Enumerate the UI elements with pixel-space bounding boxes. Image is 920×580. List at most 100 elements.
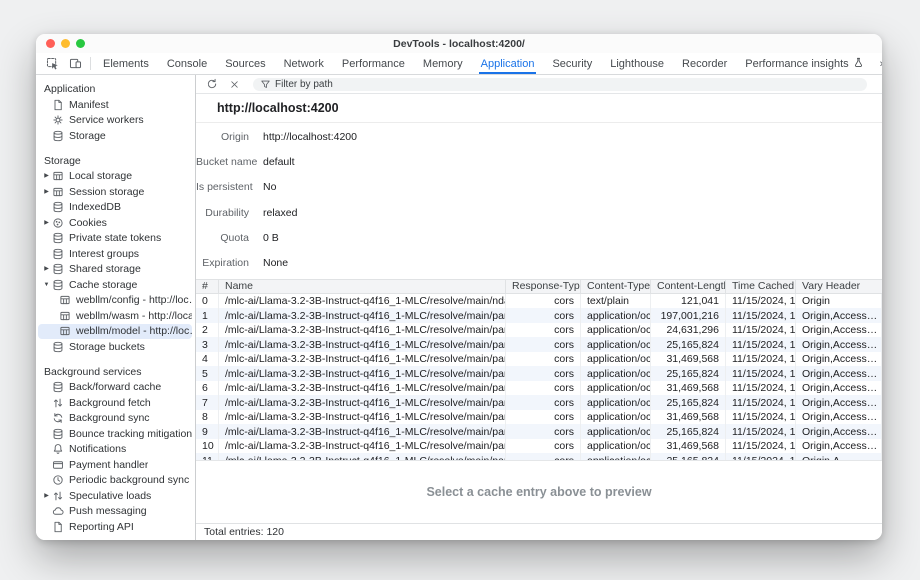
sidebar-item-shared-storage[interactable]: ▶Shared storage <box>38 262 192 278</box>
sidebar-item-label: webllm/model - http://loc… <box>76 325 192 337</box>
chevron-expanded-icon[interactable]: ▼ <box>41 282 52 288</box>
table-row[interactable]: 0/mlc-ai/Llama-3.2-3B-Instruct-q4f16_1-M… <box>196 294 882 309</box>
table-row[interactable]: 9/mlc-ai/Llama-3.2-3B-Instruct-q4f16_1-M… <box>196 424 882 439</box>
cell-response-type: cors <box>506 323 581 338</box>
cell-content-length: 31,469,568 <box>651 352 726 367</box>
tab-application[interactable]: Application <box>472 53 544 74</box>
sidebar-item-local-storage[interactable]: ▶Local storage <box>38 169 192 185</box>
metadata-row-expiration: ExpirationNone <box>196 250 882 275</box>
sidebar-item-push-messaging[interactable]: Push messaging <box>38 504 192 520</box>
sidebar-item-session-storage[interactable]: ▶ Session storage <box>38 184 192 200</box>
column-header-vary-header[interactable]: Vary Header <box>796 280 882 293</box>
table-icon <box>52 186 64 198</box>
table-row[interactable]: 4/mlc-ai/Llama-3.2-3B-Instruct-q4f16_1-M… <box>196 352 882 367</box>
payment-card-icon <box>52 459 64 471</box>
sidebar-item-label: Service workers <box>69 114 144 126</box>
tab-memory[interactable]: Memory <box>414 53 472 74</box>
chevron-collapsed-icon[interactable]: ▶ <box>41 493 52 499</box>
table-row[interactable]: 2/mlc-ai/Llama-3.2-3B-Instruct-q4f16_1-M… <box>196 323 882 338</box>
sidebar-item-cache-storage[interactable]: ▼Cache storage <box>38 277 192 293</box>
cell-content-type: application/oc… <box>581 366 651 381</box>
sidebar-item-speculative-loads[interactable]: ▶Speculative loads <box>38 488 192 504</box>
table-row[interactable]: 3/mlc-ai/Llama-3.2-3B-Instruct-q4f16_1-M… <box>196 337 882 352</box>
cell-time-cached: 11/15/2024, 10… <box>726 395 796 410</box>
sidebar-item-back-forward-cache[interactable]: Back/forward cache <box>38 380 192 396</box>
cell-content-length: 121,041 <box>651 294 726 309</box>
table-row[interactable]: 8/mlc-ai/Llama-3.2-3B-Instruct-q4f16_1-M… <box>196 410 882 425</box>
flask-icon <box>853 57 864 71</box>
sidebar-item-label: Notifications <box>69 443 126 455</box>
tab-performance-insights[interactable]: Performance insights <box>736 53 872 74</box>
sidebar-item-background-sync[interactable]: Background sync <box>38 411 192 427</box>
sidebar-item-storage[interactable]: Storage <box>38 128 192 144</box>
sidebar-item-service-workers[interactable]: Service workers <box>38 113 192 129</box>
refresh-button[interactable] <box>201 78 223 90</box>
table-icon <box>59 294 71 306</box>
cell-content-length: 25,165,824 <box>651 366 726 381</box>
cell-time-cached: 11/15/2024, 10… <box>726 381 796 396</box>
cache-entries-grid: #NameResponse-TypeContent-TypeContent-Le… <box>196 279 882 460</box>
column-header-time-cached[interactable]: Time Cached <box>726 280 796 293</box>
sidebar-item-label: Storage buckets <box>69 341 145 353</box>
sidebar-item-notifications[interactable]: Notifications <box>38 442 192 458</box>
inspect-button[interactable] <box>41 53 64 74</box>
column-header-response-type[interactable]: Response-Type <box>506 280 581 293</box>
filter-input[interactable] <box>275 79 860 90</box>
table-row[interactable]: 5/mlc-ai/Llama-3.2-3B-Instruct-q4f16_1-M… <box>196 366 882 381</box>
sidebar-item-periodic-background-sync[interactable]: Periodic background sync <box>38 473 192 489</box>
cell-content-type: application/oc… <box>581 308 651 323</box>
sidebar-item-background-fetch[interactable]: Background fetch <box>38 395 192 411</box>
sidebar-item-webllm-model-http-loc[interactable]: webllm/model - http://loc… <box>38 324 192 340</box>
cell-time-cached: 11/15/2024, 10… <box>726 366 796 381</box>
chevron-collapsed-icon[interactable]: ▶ <box>41 173 52 179</box>
column-header-content-type[interactable]: Content-Type <box>581 280 651 293</box>
cookie-icon <box>52 217 64 229</box>
cell-num: 8 <box>196 410 219 425</box>
sidebar-item-manifest[interactable]: Manifest <box>38 97 192 113</box>
tab-label: Security <box>552 58 592 70</box>
origin-title: http://localhost:4200 <box>196 94 882 123</box>
tab-recorder[interactable]: Recorder <box>673 53 736 74</box>
sidebar-item-webllm-wasm-http-loca[interactable]: webllm/wasm - http://loca… <box>38 308 192 324</box>
sidebar-item-bounce-tracking-mitigations[interactable]: Bounce tracking mitigations <box>38 426 192 442</box>
tab-sources[interactable]: Sources <box>216 53 274 74</box>
tab-security[interactable]: Security <box>543 53 601 74</box>
minimize-button[interactable] <box>61 39 70 48</box>
sidebar-item-storage-buckets[interactable]: Storage buckets <box>38 339 192 355</box>
statusbar: Total entries: 120 <box>196 523 882 540</box>
sidebar-item-reporting-api[interactable]: Reporting API <box>38 519 192 535</box>
tab-lighthouse[interactable]: Lighthouse <box>601 53 673 74</box>
column-header-num[interactable]: # <box>196 280 219 293</box>
column-header-content-length[interactable]: Content-Length <box>651 280 726 293</box>
sidebar-item-private-state-tokens[interactable]: Private state tokens <box>38 231 192 247</box>
sidebar-item-webllm-config-http-loc[interactable]: webllm/config - http://loc… <box>38 293 192 309</box>
tab-elements[interactable]: Elements <box>94 53 158 74</box>
cell-content-length: 24,631,296 <box>651 323 726 338</box>
table-row[interactable]: 1/mlc-ai/Llama-3.2-3B-Instruct-q4f16_1-M… <box>196 308 882 323</box>
cell-vary-header: Origin,Access… <box>796 366 882 381</box>
tab-console[interactable]: Console <box>158 53 216 74</box>
delete-entry-button[interactable] <box>224 79 245 90</box>
sidebar-item-indexeddb[interactable]: IndexedDB <box>38 200 192 216</box>
table-row[interactable]: 7/mlc-ai/Llama-3.2-3B-Instruct-q4f16_1-M… <box>196 395 882 410</box>
device-toolbar-button[interactable] <box>64 53 87 74</box>
database-icon <box>52 232 64 244</box>
sidebar-item-payment-handler[interactable]: Payment handler <box>38 457 192 473</box>
chevron-collapsed-icon[interactable]: ▶ <box>41 189 52 195</box>
chevron-collapsed-icon[interactable]: ▶ <box>41 220 52 226</box>
cell-response-type: cors <box>506 410 581 425</box>
cell-num: 2 <box>196 323 219 338</box>
chevron-collapsed-icon[interactable]: ▶ <box>41 266 52 272</box>
table-row[interactable]: 6/mlc-ai/Llama-3.2-3B-Instruct-q4f16_1-M… <box>196 381 882 396</box>
sidebar-item-cookies[interactable]: ▶Cookies <box>38 215 192 231</box>
table-row[interactable]: 10/mlc-ai/Llama-3.2-3B-Instruct-q4f16_1-… <box>196 439 882 454</box>
tab-network[interactable]: Network <box>275 53 333 74</box>
close-button[interactable] <box>46 39 55 48</box>
sidebar-item-interest-groups[interactable]: Interest groups <box>38 246 192 262</box>
cell-content-type: application/oc… <box>581 410 651 425</box>
zoom-button[interactable] <box>76 39 85 48</box>
tab-performance[interactable]: Performance <box>333 53 414 74</box>
sidebar-item-label: Session storage <box>69 186 144 198</box>
column-header-name[interactable]: Name <box>219 280 506 293</box>
more-tabs-button[interactable]: » <box>873 58 882 70</box>
